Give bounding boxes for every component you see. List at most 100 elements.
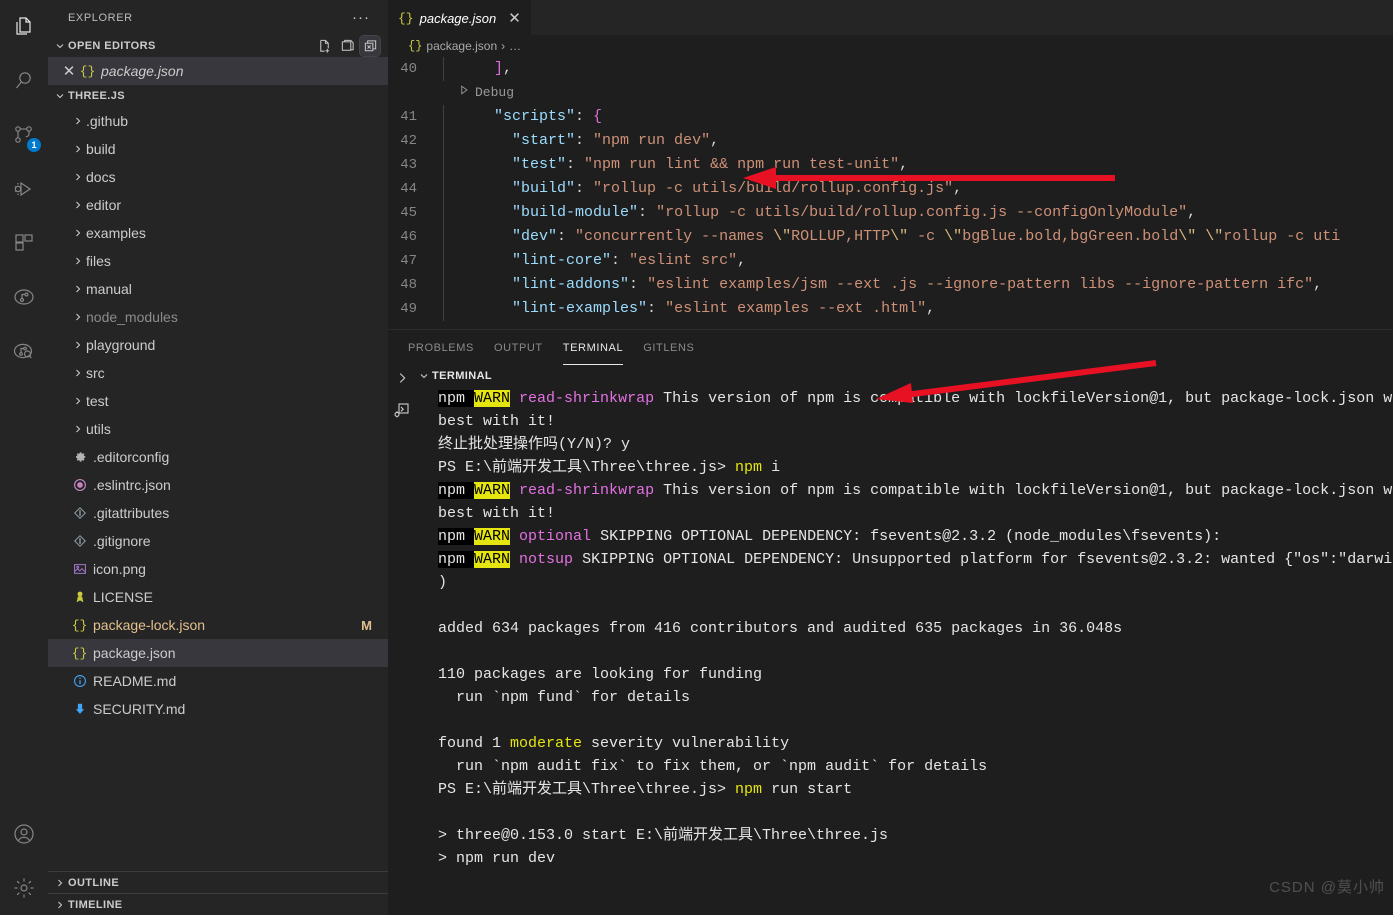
tree-item-docs[interactable]: docs [48, 163, 388, 191]
new-folder-icon[interactable] [337, 36, 357, 56]
terminal-line: npm WARN read-shrinkwrap This version of… [438, 390, 1393, 408]
chevron-right-icon [52, 897, 68, 913]
close-all-editors-icon[interactable] [359, 35, 381, 57]
tree-item-label: LICENSE [93, 589, 153, 605]
git-status-badge: M [361, 617, 372, 633]
tree-item-src[interactable]: src [48, 359, 388, 387]
tab-gitlens-label: GITLENS [643, 341, 695, 354]
tree-item-examples[interactable]: examples [48, 219, 388, 247]
terminal-output[interactable]: npm WARN read-shrinkwrap This version of… [416, 387, 1393, 915]
tree-item-label: .gitignore [93, 533, 151, 549]
tree-item-label: manual [86, 281, 132, 297]
activity-item-search[interactable] [0, 54, 48, 108]
tree-item-readme-md[interactable]: README.md [48, 667, 388, 695]
tree-item-editorconfig[interactable]: .editorconfig [48, 443, 388, 471]
chevron-right-icon [70, 255, 86, 267]
codelens-debug[interactable]: Debug [388, 81, 1393, 105]
open-editor-item-label: package.json [101, 63, 184, 79]
tree-item-label: docs [86, 169, 116, 185]
editor-tab-package-json[interactable]: {} package.json ✕ [388, 0, 532, 35]
line-number: 43 [400, 157, 417, 173]
activity-item-source-control[interactable]: 1 [0, 108, 48, 162]
tree-item-utils[interactable]: utils [48, 415, 388, 443]
terminal-body: TERMINAL npm WARN read-shrinkwrap This v… [416, 365, 1393, 915]
tree-item-test[interactable]: test [48, 387, 388, 415]
breadcrumb-trail[interactable]: … [509, 39, 521, 53]
tree-item-label: examples [86, 225, 146, 241]
tab-terminal-label: TERMINAL [562, 341, 624, 354]
tree-item-node-modules[interactable]: node_modules [48, 303, 388, 331]
code-line: 41 "scripts": { [388, 105, 1393, 129]
line-number: 47 [400, 253, 417, 269]
code-text: "start": "npm run dev", [512, 132, 720, 149]
chevron-right-icon [70, 283, 86, 295]
activity-item-manage[interactable] [0, 861, 48, 915]
terminal-header[interactable]: TERMINAL [416, 365, 1393, 387]
tree-item-github[interactable]: .github [48, 107, 388, 135]
close-icon[interactable]: ✕ [60, 62, 78, 80]
code-text: "test": "npm run lint && npm run test-un… [512, 156, 909, 173]
tree-item-label: build [86, 141, 116, 157]
code-line: 44 "build": "rollup -c utils/build/rollu… [388, 177, 1393, 201]
tab-terminal[interactable]: TERMINAL [562, 330, 624, 365]
split-terminal-icon[interactable] [394, 402, 410, 423]
terminal-line: ) [438, 574, 448, 592]
tree-item-manual[interactable]: manual [48, 275, 388, 303]
activity-item-extensions[interactable] [0, 216, 48, 270]
tree-item-files[interactable]: files [48, 247, 388, 275]
activity-item-accounts[interactable] [0, 807, 48, 861]
tree-item-gitattributes[interactable]: .gitattributes [48, 499, 388, 527]
tab-output[interactable]: OUTPUT [494, 330, 543, 365]
tree-item-icon-png[interactable]: icon.png [48, 555, 388, 583]
open-editor-item-package-json[interactable]: ✕ {} package.json [48, 57, 388, 85]
sidebar-more-actions-icon[interactable]: ··· [352, 9, 378, 26]
line-number: 48 [400, 277, 417, 293]
gitlens-icon [12, 285, 36, 309]
tree-item-playground[interactable]: playground [48, 331, 388, 359]
tree-item-security-md[interactable]: SECURITY.md [48, 695, 388, 723]
section-open-editors[interactable]: OPEN EDITORS [48, 35, 388, 57]
tree-item-build[interactable]: build [48, 135, 388, 163]
close-icon[interactable]: ✕ [508, 9, 521, 27]
code-editor[interactable]: 40 ], Debug 41 "scripts": {42 "start": "np… [388, 57, 1393, 329]
tree-item-gitignore[interactable]: .gitignore [48, 527, 388, 555]
tree-item-label: README.md [93, 673, 177, 689]
activity-bar: 1 [0, 0, 48, 915]
editor-tab-bar: {} package.json ✕ [388, 0, 1393, 35]
chevron-right-icon [70, 227, 86, 239]
section-outline[interactable]: OUTLINE [48, 871, 388, 893]
terminal-line: 终止批处理操作吗(Y/N)? y [438, 436, 631, 454]
section-workspace-folder[interactable]: THREE.JS [48, 85, 388, 107]
sidebar-title-bar: EXPLORER ··· [48, 0, 388, 35]
activity-item-gitlens[interactable] [0, 270, 48, 324]
activity-item-gitlens-inspect[interactable] [0, 324, 48, 378]
terminal-side-rail [388, 365, 416, 915]
tree-item-package-lock-json[interactable]: {} package-lock.json M [48, 611, 388, 639]
tree-item-eslintrc-json[interactable]: .eslintrc.json [48, 471, 388, 499]
new-file-icon[interactable] [314, 36, 334, 56]
tree-item-label: files [86, 253, 111, 269]
tree-item-label: package.json [93, 645, 176, 661]
tab-gitlens[interactable]: GITLENS [643, 330, 694, 365]
chevron-down-icon [416, 368, 432, 384]
activity-item-run-and-debug[interactable] [0, 162, 48, 216]
terminal-line: > npm run dev [438, 850, 556, 868]
tab-problems[interactable]: PROBLEMS [408, 330, 474, 365]
open-editors-actions [314, 35, 388, 57]
shield-down-icon [70, 702, 89, 716]
tree-item-package-json[interactable]: {} package.json [48, 639, 388, 667]
chevron-right-icon[interactable] [395, 371, 409, 390]
tree-item-license[interactable]: LICENSE [48, 583, 388, 611]
json-icon: {} [71, 617, 88, 633]
explorer-sidebar: EXPLORER ··· OPEN EDITORS ✕ {} package.j… [48, 0, 388, 915]
section-timeline[interactable]: TIMELINE [48, 893, 388, 915]
line-number: 40 [400, 61, 417, 77]
breadcrumb-file[interactable]: package.json [426, 39, 497, 53]
tree-item-editor[interactable]: editor [48, 191, 388, 219]
file-tree: .github build docs editor examples files… [48, 107, 388, 871]
code-line: 43 "test": "npm run lint && npm run test… [388, 153, 1393, 177]
activity-item-explorer[interactable] [0, 0, 48, 54]
section-open-editors-label: OPEN EDITORS [68, 40, 156, 52]
